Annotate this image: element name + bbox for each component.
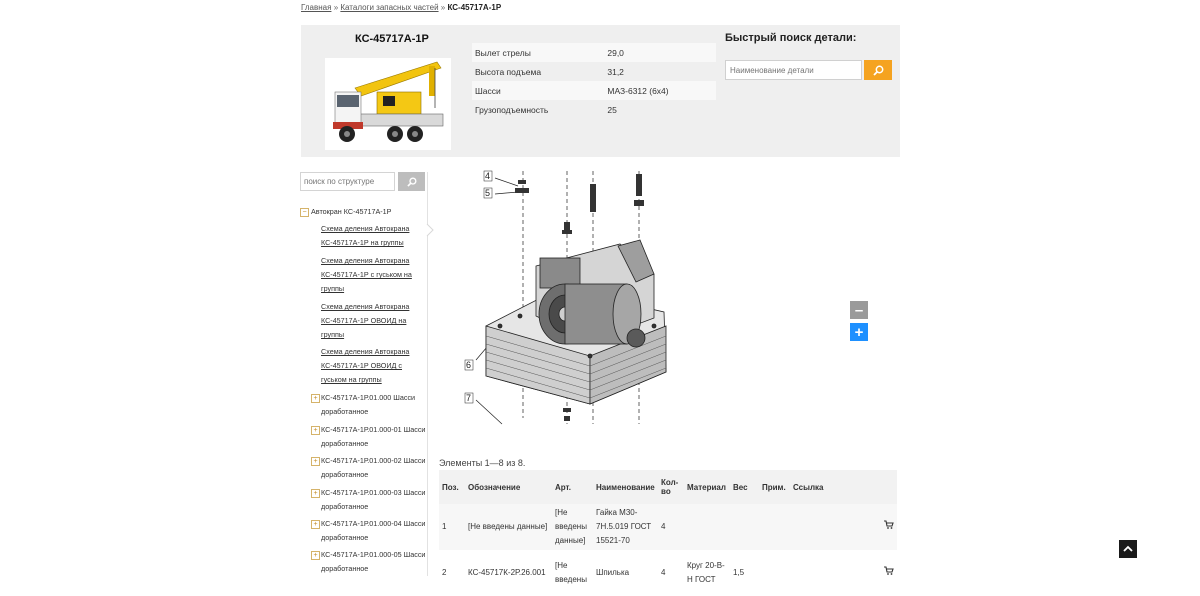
column-header[interactable]: Материал: [684, 470, 730, 504]
spec-label: Шасси: [472, 81, 608, 100]
tree-node-label: КС-45717А-1Р.01.000 Шасси доработанное: [321, 393, 416, 416]
column-header[interactable]: Арт.: [552, 470, 593, 504]
cell-weight: 1,5: [730, 550, 759, 596]
cart-icon[interactable]: [884, 566, 894, 575]
cell-note: [759, 550, 790, 596]
expand-icon[interactable]: +: [311, 426, 320, 435]
breadcrumb: Главная » Каталоги запасных частей » КС-…: [301, 3, 501, 12]
breadcrumb-separator: »: [333, 3, 339, 12]
table-header-row: Поз. Обозначение Арт. Наименование Кол-в…: [439, 470, 897, 504]
tree-node-label: КС-45717А-1Р.01.000-01 Шасси доработанно…: [321, 425, 426, 448]
spec-row: Шасси МАЗ-6312 (6x4): [472, 81, 716, 100]
callout-label: 4: [485, 171, 490, 181]
quick-search-input[interactable]: [725, 60, 862, 80]
breadcrumb-home-link[interactable]: Главная: [301, 3, 331, 12]
cell-qty: 4: [658, 550, 684, 596]
tree-node-item[interactable]: + КС-45717А-1Р.01.000-02 Шасси доработан…: [311, 454, 437, 482]
tree-root-item[interactable]: − Автокран КС-45717А-1Р: [300, 205, 391, 219]
tree-node-item[interactable]: + КС-45717А-1Р.01.000-05 Шасси доработан…: [311, 548, 437, 576]
cell-weight: [730, 504, 759, 550]
cell-note: [759, 504, 790, 550]
quick-search-button[interactable]: [864, 60, 892, 80]
breadcrumb-separator: »: [440, 3, 446, 12]
cell-designation: [Не введены данные]: [465, 504, 552, 550]
cell-pos: 2: [439, 550, 465, 596]
crane-photo: [325, 58, 451, 150]
table-row: 1 [Не введены данные] [Не введены данные…: [439, 504, 897, 550]
spec-value: 31,2: [607, 66, 624, 77]
column-header[interactable]: Наименование: [593, 470, 658, 504]
quick-search-title: Быстрый поиск детали:: [725, 32, 857, 44]
tree-node-label: КС-45717А-1Р.01.000-05 Шасси доработанно…: [321, 550, 426, 573]
expand-icon[interactable]: +: [311, 394, 320, 403]
tree-link-item[interactable]: Схема деления Автокрана КС-45717А-1Р с г…: [321, 254, 427, 296]
column-header[interactable]: Вес: [730, 470, 759, 504]
cell-qty: 4: [658, 504, 684, 550]
breadcrumb-catalogs-link[interactable]: Каталоги запасных частей: [340, 3, 438, 12]
callout-label: 6: [466, 360, 471, 370]
specs-table: Вылет стрелы 29,0 Высота подъема 31,2 Ша…: [472, 43, 716, 119]
cell-link: [790, 504, 897, 550]
cell-name: Шпилька: [593, 550, 658, 596]
items-count: Элементы 1—8 из 8.: [439, 458, 526, 468]
cell-link: [790, 550, 897, 596]
tree-root-label: Автокран КС-45717А-1Р: [311, 207, 392, 216]
table-row: 2 КС-45717К-2Р.26.001 [Не введены Шпильк…: [439, 550, 897, 596]
chevron-up-icon: [1123, 545, 1133, 552]
spec-row: Грузоподъемность 25: [472, 100, 716, 119]
tree-node-label: КС-45717А-1Р.01.000-04 Шасси доработанно…: [321, 519, 426, 542]
spec-label: Вылет стрелы: [472, 43, 608, 62]
tree-node-item[interactable]: + КС-45717А-1Р.01.000 Шасси доработанное: [311, 391, 437, 419]
tree-search-input[interactable]: [300, 172, 395, 191]
spec-row: Высота подъема 31,2: [472, 62, 716, 81]
cart-icon[interactable]: [884, 520, 894, 529]
tree-search-button[interactable]: [398, 172, 425, 191]
parts-table: Поз. Обозначение Арт. Наименование Кол-в…: [439, 470, 897, 596]
spec-label: Грузоподъемность: [475, 104, 549, 115]
expand-icon[interactable]: +: [311, 520, 320, 529]
search-icon: [406, 176, 417, 187]
cell-designation: КС-45717К-2Р.26.001: [465, 550, 552, 596]
tree-node-item[interactable]: + КС-45717А-1Р.01.000-04 Шасси доработан…: [311, 517, 437, 545]
cell-name: Гайка М30-7Н.5.019 ГОСТ 15521-70: [593, 504, 658, 550]
tree-node-label: КС-45717А-1Р.01.000-03 Шасси доработанно…: [321, 488, 426, 511]
model-title: КС-45717А-1Р: [355, 33, 429, 45]
cell-art: [Не введены данные]: [552, 504, 593, 550]
search-icon: [872, 65, 883, 76]
tree-link-item[interactable]: Схема деления Автокрана КС-45717А-1Р на …: [321, 222, 427, 250]
column-header[interactable]: Ссылка: [790, 470, 897, 504]
column-header[interactable]: Кол-во: [658, 470, 684, 504]
cell-art: [Не введены: [552, 550, 593, 596]
tree-link-item[interactable]: Схема деления Автокрана КС-45717А-1Р ОВО…: [321, 300, 427, 342]
exploded-parts-diagram[interactable]: 4 5 6 7: [440, 166, 690, 428]
spec-value: 25: [607, 104, 617, 115]
zoom-in-button[interactable]: +: [850, 323, 868, 341]
spec-value: 29,0: [607, 43, 716, 62]
tree-node-label: КС-45717А-1Р.01.000-02 Шасси доработанно…: [321, 456, 426, 479]
callout-label: 5: [485, 188, 490, 198]
callout-label: 7: [466, 393, 471, 403]
cell-material: [684, 504, 730, 550]
column-header[interactable]: Обозначение: [465, 470, 552, 504]
cell-material: Круг 20-В-Н ГОСТ: [684, 550, 730, 596]
tree-link-item[interactable]: Схема деления Автокрана КС-45717А-1Р ОВО…: [321, 345, 427, 387]
expand-icon[interactable]: +: [311, 457, 320, 466]
column-header[interactable]: Поз.: [439, 470, 465, 504]
expand-icon[interactable]: +: [311, 489, 320, 498]
breadcrumb-current: КС-45717А-1Р: [447, 3, 502, 12]
spec-row: Вылет стрелы 29,0: [472, 43, 716, 62]
collapse-icon[interactable]: −: [300, 208, 309, 217]
spec-value: МАЗ-6312 (6x4): [607, 81, 716, 100]
spec-label: Высота подъема: [475, 66, 542, 77]
expand-icon[interactable]: +: [311, 551, 320, 560]
tree-node-item[interactable]: + КС-45717А-1Р.01.000-03 Шасси доработан…: [311, 486, 437, 514]
zoom-out-button[interactable]: –: [850, 301, 868, 319]
column-header[interactable]: Прим.: [759, 470, 790, 504]
tree-node-item[interactable]: + КС-45717А-1Р.01.000-01 Шасси доработан…: [311, 423, 437, 451]
scroll-to-top-button[interactable]: [1119, 540, 1137, 558]
cell-pos: 1: [439, 504, 465, 550]
